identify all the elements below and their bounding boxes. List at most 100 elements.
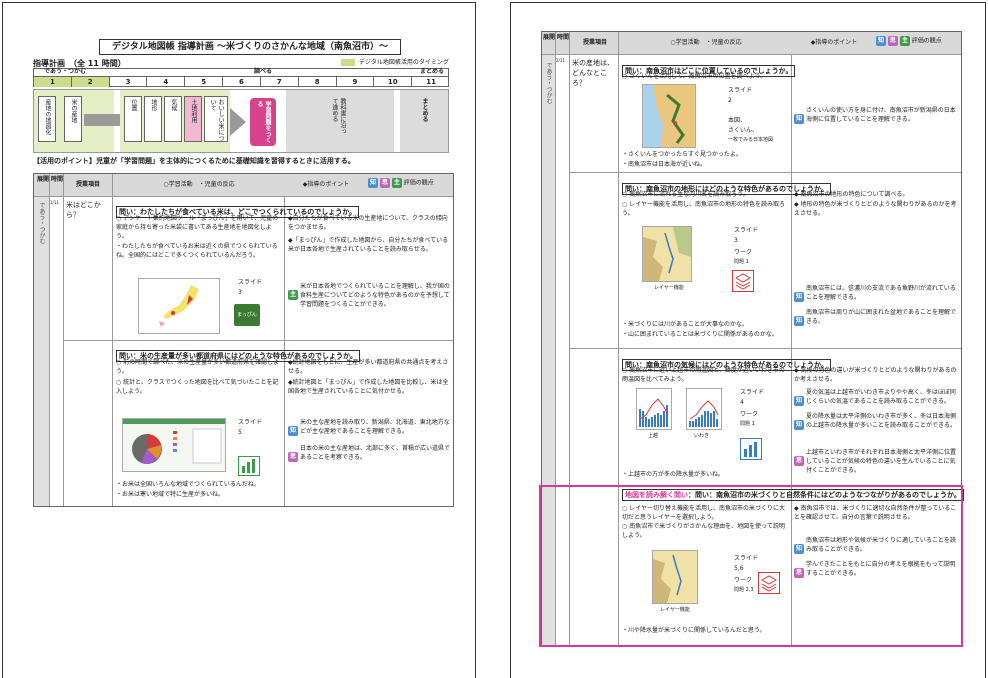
eval-1: 米が日本各地でつくられていることを理解し、我が国の食料生産についてどのような特色… bbox=[300, 283, 450, 308]
slide-label-1: スライド bbox=[238, 279, 263, 286]
p2-activity-3: ○ 南魚沼市に近い上越市の雨温図と、緯度が近いいわき市の雨温図を比べてみよう。 bbox=[622, 367, 785, 383]
point-2a: ◆統計地図をもとに、生産が多い都道府県の共通点を考えさせる。 bbox=[288, 359, 449, 375]
hours-bar: 1 2 3 4 5 6 7 8 9 10 11 bbox=[33, 76, 449, 87]
flow-box-7: おいしい米について bbox=[204, 96, 228, 142]
p2-slide-no-1: 2 bbox=[728, 97, 732, 104]
p2-layer-label-2: レイヤー機能 bbox=[654, 285, 684, 291]
slide-no-1: 3 bbox=[238, 289, 242, 296]
bar-chart-icon-2 bbox=[740, 438, 762, 460]
p2-slide-no-3: 4 bbox=[740, 399, 744, 406]
p2-reaction-1b: ・南魚沼市は日本海が近いね。 bbox=[622, 161, 707, 168]
eval-2b: 日本の米の主な産地は、北部に多く、首積が広い道県であることを考察できる。 bbox=[300, 445, 451, 461]
eval-shi-badge: 思 bbox=[288, 451, 298, 462]
mappin-icon: まっぴん bbox=[234, 304, 260, 326]
p2-slide-label-2: スライド bbox=[734, 227, 759, 234]
hdr2-shido: ◆指導のポイント bbox=[810, 39, 858, 46]
flow-box-9: まとめる bbox=[421, 98, 428, 122]
point-1b: ◆「まっぴん」で作成した地図から、自分たちが食べている米が日本各地で生産されてい… bbox=[288, 237, 449, 253]
jikan2-cell: 2/11 bbox=[556, 58, 565, 63]
p2-chi-badge-2a: 知 bbox=[794, 291, 804, 302]
p2-activity-1: ○ さくいんを活用して、南魚沼市の位置を調べよう。 bbox=[622, 73, 767, 80]
p2-work-label-3: ワーク bbox=[740, 411, 759, 418]
flow-arrow bbox=[230, 108, 246, 136]
p2-slide-label-1: スライド bbox=[728, 87, 753, 94]
hour-cell: 2 bbox=[71, 77, 110, 87]
p2-shi-badge-3c: 思 bbox=[794, 455, 804, 466]
p2-chi-badge-3a: 知 bbox=[794, 395, 804, 406]
flow-box-8: 教科書に沿って進める bbox=[331, 98, 346, 134]
legend-swatch bbox=[341, 59, 355, 66]
eval-chi-badge: 知 bbox=[288, 425, 298, 436]
activity-2a: ○ 前の時間で調べた、米の生産量が多い都道府県を確認しよう。 bbox=[116, 359, 280, 375]
p2-eval-3a: 夏の気温は上越市がいわき市よりやや高く、冬はほぼ同じくらいの気温であることを読み… bbox=[806, 389, 956, 405]
hdr-shido: ◆指導のポイント bbox=[302, 181, 350, 188]
tenkai2-cell: であう・つかむ bbox=[545, 62, 552, 104]
hdr2-koumoku: 授業項目 bbox=[582, 39, 607, 46]
phase-shiraberu: 調べる bbox=[254, 68, 273, 75]
p2-slide-note-3: 一枚でみる日本地図 bbox=[728, 137, 774, 143]
hour-cell: 9 bbox=[337, 77, 375, 87]
hour-cell: 6 bbox=[223, 77, 261, 87]
p2-eval-3b: 夏の降水量は太平洋側のいわき市が多く、冬は日本海側の上越市の降水量が多いことを読… bbox=[806, 413, 957, 429]
flow-box-5: 気候 bbox=[164, 96, 182, 142]
p2-activity-2a: ○ 南魚沼市に流れる主な河川名を読み取ろう。 bbox=[622, 191, 749, 198]
activity-2b: ○ 統計と、クラスでつくった地図を比べて気づいたことを記入しよう。 bbox=[116, 379, 279, 395]
hdr-katsudo: ○学習活動 ・児童の反応 bbox=[163, 181, 235, 188]
mappin-map-image bbox=[138, 278, 220, 334]
climate-chart-b bbox=[686, 388, 722, 430]
flow-box-2: 米の産地 bbox=[64, 96, 82, 142]
flow-box-3: 位置 bbox=[124, 96, 142, 142]
p2-slide-label-3: スライド bbox=[740, 389, 765, 396]
hour-cell: 11 bbox=[426, 78, 436, 86]
flow-goal: 学習問題をつくる bbox=[250, 98, 276, 146]
koumoku2-cell: 米の産地は、どんなところ？ bbox=[572, 59, 614, 87]
reaction-2b: ・お米は寒い地域で特に生産が多いね。 bbox=[116, 491, 225, 498]
hour-cell: 7 bbox=[261, 77, 299, 87]
hdr-koumoku: 授業項目 bbox=[75, 181, 100, 188]
climate-chart-a bbox=[636, 388, 672, 430]
legend-label: デジタル地図帳活用のタイミング bbox=[359, 59, 449, 66]
hdr-badges: 知 思 主 評価の観点 bbox=[368, 178, 434, 188]
p2-reaction-3: ・上越市の方が冬の降水量が多いね。 bbox=[622, 471, 725, 478]
flow-box-1: 産地の地図化 bbox=[38, 96, 56, 142]
p2-work-no-2: 問題 1 bbox=[734, 259, 749, 265]
niigata-map-image bbox=[642, 84, 696, 148]
p2-slide-note-1: 本図、 bbox=[728, 117, 747, 124]
eval-2a: 米の主な産地を読み取り、新潟県、北海道、東北地方などが主な産地であることを理解で… bbox=[300, 419, 450, 435]
p2-reaction-2b: ・山に囲まれていることは米づくりに関係があるのかな。 bbox=[622, 331, 778, 338]
phase-matome: まとめる bbox=[420, 68, 445, 75]
hdr2-katsudo: ○学習活動 ・児童の反応 bbox=[670, 39, 742, 46]
p2-work-no-3: 問題 1 bbox=[740, 421, 755, 427]
tenkai-cell: であう・つかむ bbox=[38, 202, 45, 244]
flow-diagram: 産地の地図化 米の産地 位置 地形 気候 土地利用 おいしい米について 学習問題… bbox=[33, 89, 449, 153]
hour-cell: 4 bbox=[147, 77, 186, 87]
eval-shu-badge: 主 bbox=[288, 289, 298, 300]
phase-deau: であう・つかむ bbox=[44, 68, 86, 75]
point-2b: ◆統計地図と「まっぴん」で作成した地図を比較し、米は全国各地で生産されていること… bbox=[288, 379, 449, 395]
koumoku-cell: 米はどこから？ bbox=[66, 201, 101, 219]
hdr-tenkai: 展開 bbox=[36, 176, 49, 183]
hdr-jikan: 時間 bbox=[50, 176, 63, 183]
flow-box-6: 土地利用 bbox=[184, 96, 202, 142]
highlight-frame bbox=[539, 485, 963, 647]
p2-chi-badge-1: 知 bbox=[794, 113, 804, 124]
city-label-b: いわき bbox=[694, 433, 710, 439]
lesson-table-1: 展開 時間 授業項目 ○学習活動 ・児童の反応 ◆指導のポイント 知 思 主 評… bbox=[33, 173, 454, 507]
page-title: デジタル地図帳 指導計画 〜米づくりのさかんな地域（南魚沼市）〜 bbox=[99, 39, 401, 55]
reaction-2a: ・お米は全国いろんな地域でつくられているんだね。 bbox=[116, 481, 260, 488]
hour-cell: 5 bbox=[185, 77, 224, 87]
hour-cell: 10 bbox=[374, 77, 413, 87]
p2-eval-2b: 南魚沼市は周りが山に囲まれた盆地であることを理解できる。 bbox=[806, 309, 956, 325]
hour-cell: 1 bbox=[34, 77, 72, 87]
plan-page-2: 展開 時間 授業項目 ○学習活動 ・児童の反応 ◆指導のポイント 知 思 主 評… bbox=[510, 2, 986, 678]
terrain-map-image bbox=[642, 226, 692, 282]
layer-icon bbox=[732, 270, 754, 292]
hour-cell: 3 bbox=[110, 77, 148, 87]
point-1a: ◆自分たちが食べている米の生産地について、クラスの傾向をつかませる。 bbox=[288, 215, 448, 231]
p2-eval-1: さくいんの使い方を身に付け、南魚沼市が新潟県の日本海側に位置していることを理解で… bbox=[806, 107, 956, 123]
flow-box-4: 地形 bbox=[144, 96, 162, 142]
p2-chi-badge-2b: 知 bbox=[794, 315, 804, 326]
reaction-1: ・わたしたちが食べているお米は近くの県でつくられているね。全国的にはどこで多くつ… bbox=[116, 243, 278, 259]
p2-point-2a: ◆ 南魚沼市の地形の特色について調べる。 bbox=[794, 191, 909, 198]
p2-activity-2b: ○ レイヤー機能を活用し、南魚沼市の地形の特色を読み取ろう。 bbox=[622, 201, 785, 217]
